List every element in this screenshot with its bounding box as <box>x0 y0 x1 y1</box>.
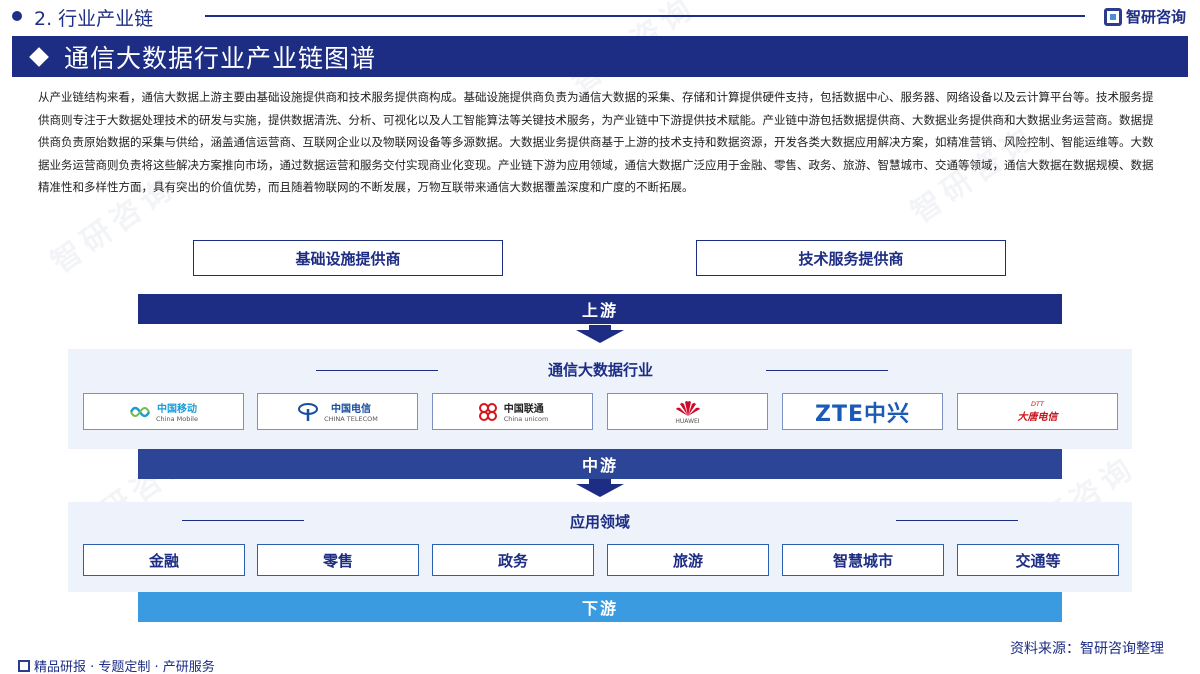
panel-divider <box>896 520 1018 521</box>
huawei-logo-icon <box>675 400 700 416</box>
intro-paragraph: 从产业链结构来看，通信大数据上游主要由基础设施提供商和技术服务提供商构成。基础设… <box>38 90 1154 195</box>
logo-name: 大唐电信 <box>1017 412 1058 423</box>
application-item: 零售 <box>257 544 419 576</box>
china-telecom-logo-icon <box>298 402 319 421</box>
midstream-bar: 中游 <box>138 449 1062 479</box>
zte-logo-text: ZTE中兴 <box>815 401 910 427</box>
bullet-icon <box>12 11 22 21</box>
china-unicom-logo-icon <box>478 402 497 421</box>
brand-logo-icon <box>1103 7 1122 26</box>
logo-name: 中国电信 <box>330 404 371 415</box>
midstream-title: 通信大数据行业 <box>548 361 654 379</box>
arrow-down-icon <box>576 484 624 497</box>
downstream-title: 应用领域 <box>570 513 631 531</box>
application-item: 金融 <box>83 544 245 576</box>
logo-subtitle: DTT <box>1031 400 1044 408</box>
logo-subtitle: China Mobile <box>156 415 198 423</box>
logo-card: HUAWEI <box>607 393 768 430</box>
upstream-bar: 上游 <box>138 294 1062 324</box>
downstream-bar: 下游 <box>138 592 1062 622</box>
diamond-icon <box>29 46 49 67</box>
logo-card: 中国电信 CHINA TELECOM <box>257 393 418 430</box>
footer-tagline: 精品研报 · 专题定制 · 产研服务 <box>18 656 215 674</box>
application-item: 政务 <box>432 544 594 576</box>
section-heading: 2. 行业产业链 <box>34 8 154 30</box>
logo-subtitle: HUAWEI <box>675 417 700 425</box>
application-item: 智慧城市 <box>782 544 944 576</box>
application-item: 交通等 <box>957 544 1119 576</box>
page-title: 通信大数据行业产业链图谱 <box>64 43 377 73</box>
title-bar: 通信大数据行业产业链图谱 <box>12 36 1188 77</box>
brand-logo-icon <box>18 659 30 672</box>
logo-card: ZTE中兴 <box>782 393 943 430</box>
panel-divider <box>316 370 438 371</box>
upstream-item: 基础设施提供商 <box>193 240 503 276</box>
panel-divider <box>766 370 888 371</box>
footer-text: 精品研报 · 专题定制 · 产研服务 <box>34 660 215 674</box>
logo-subtitle: China unicom <box>503 415 549 423</box>
brand: 智研咨询 <box>1103 6 1186 27</box>
brand-name: 智研咨询 <box>1125 8 1186 26</box>
logo-name: 中国联通 <box>503 404 544 415</box>
top-bar: 2. 行业产业链 智研咨询 <box>0 0 1200 32</box>
logo-card: DTT 大唐电信 <box>957 393 1118 430</box>
divider <box>205 15 1085 17</box>
logo-subtitle: CHINA TELECOM <box>324 415 378 423</box>
logo-name: 中国移动 <box>157 404 197 415</box>
source-note: 资料来源：智研咨询整理 <box>1010 641 1164 657</box>
panel-divider <box>182 520 304 521</box>
logo-card: 中国移动 China Mobile <box>83 393 244 430</box>
upstream-item: 技术服务提供商 <box>696 240 1006 276</box>
logo-card: 中国联通 China unicom <box>432 393 593 430</box>
arrow-down-icon <box>576 330 624 343</box>
china-mobile-logo-icon <box>129 406 151 417</box>
application-item: 旅游 <box>607 544 769 576</box>
